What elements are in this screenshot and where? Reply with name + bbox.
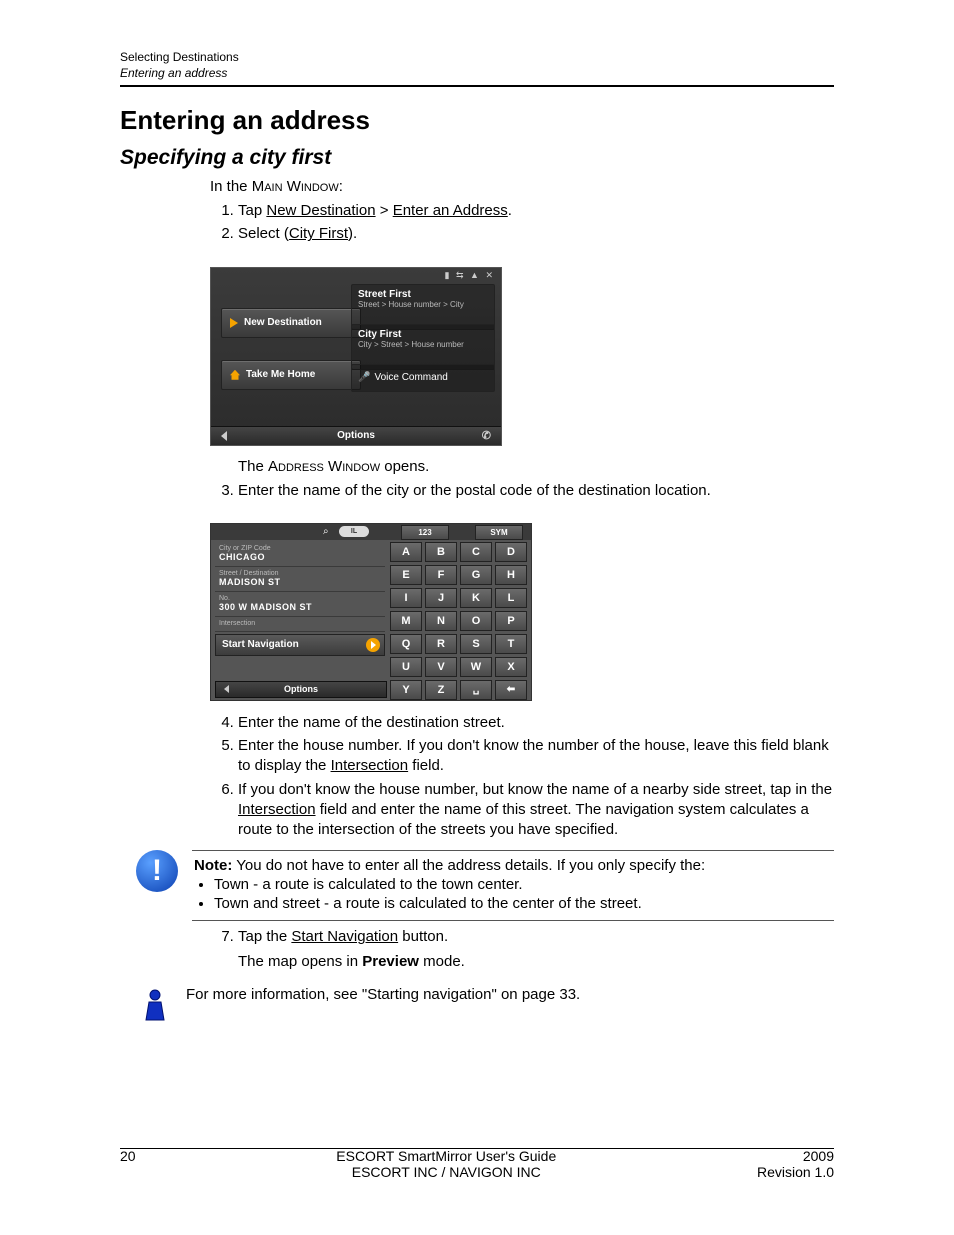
- key-o[interactable]: O: [460, 611, 492, 631]
- key-c[interactable]: C: [460, 542, 492, 562]
- options-bar[interactable]: Options ✆: [211, 426, 501, 445]
- key-g[interactable]: G: [460, 565, 492, 585]
- key-n[interactable]: N: [425, 611, 457, 631]
- intersection-field[interactable]: Intersection: [215, 617, 385, 632]
- keypad: ABCD EFGH IJKL MNOP QRST UVWX YZ: [390, 542, 527, 700]
- key-t[interactable]: T: [495, 634, 527, 654]
- screenshot-main-window: ▮ ⇆ ▲ ✕ New Destination Take Me Home Str…: [210, 267, 502, 446]
- back-icon[interactable]: [224, 685, 229, 693]
- key-v[interactable]: V: [425, 657, 457, 677]
- key-z[interactable]: Z: [425, 680, 457, 700]
- note-item-1: Town - a route is calculated to the town…: [214, 876, 832, 893]
- running-section: Entering an address: [120, 66, 834, 82]
- key-d[interactable]: D: [495, 542, 527, 562]
- key-backspace[interactable]: [495, 680, 527, 700]
- running-header: Selecting Destinations Entering an addre…: [120, 50, 834, 81]
- step-1: Tap New Destination > Enter an Address.: [238, 201, 834, 221]
- search-icon[interactable]: ⌕: [323, 526, 329, 537]
- key-e[interactable]: E: [390, 565, 422, 585]
- status-icons: ▮ ⇆ ▲ ✕: [445, 270, 495, 281]
- key-f[interactable]: F: [425, 565, 457, 585]
- take-me-home-button[interactable]: Take Me Home: [221, 360, 361, 390]
- key-h[interactable]: H: [495, 565, 527, 585]
- note-item-2: Town and street - a route is calculated …: [214, 895, 832, 912]
- options-bar-2[interactable]: Options: [215, 681, 387, 698]
- step-4: Enter the name of the destination street…: [238, 713, 834, 733]
- header-rule: [120, 85, 834, 87]
- key-k[interactable]: K: [460, 588, 492, 608]
- info-text: For more information, see "Starting navi…: [186, 986, 580, 1003]
- key-x[interactable]: X: [495, 657, 527, 677]
- voice-command-option[interactable]: 🎤 Voice Command: [351, 364, 495, 392]
- page-footer: 20 ESCORT SmartMirror User's Guide ESCOR…: [120, 1148, 834, 1180]
- step-6: If you don't know the house number, but …: [238, 780, 834, 841]
- lead-line: In the Main Window:: [210, 178, 834, 195]
- page-title: Entering an address: [120, 105, 834, 136]
- number-field[interactable]: No. 300 W MADISON ST: [215, 592, 385, 617]
- key-w[interactable]: W: [460, 657, 492, 677]
- street-field[interactable]: Street / Destination MADISON ST: [215, 567, 385, 592]
- key-j[interactable]: J: [425, 588, 457, 608]
- footer-revision: Revision 1.0: [757, 1164, 834, 1180]
- go-icon: [366, 638, 380, 652]
- city-field[interactable]: City or ZIP Code CHICAGO: [215, 542, 385, 567]
- arrow-right-icon: [230, 318, 238, 328]
- footer-title: ESCORT SmartMirror User's Guide: [136, 1148, 757, 1164]
- section-title: Specifying a city first: [120, 146, 834, 170]
- address-window-opens: The Address Window opens.: [238, 458, 834, 475]
- start-navigation-button[interactable]: Start Navigation: [215, 634, 385, 656]
- new-destination-button[interactable]: New Destination: [221, 308, 361, 338]
- note-box: Note: You do not have to enter all the a…: [192, 850, 834, 921]
- footer-page-number: 20: [120, 1148, 136, 1180]
- running-chapter: Selecting Destinations: [120, 50, 834, 66]
- city-first-option[interactable]: City First City > Street > House number: [351, 324, 495, 370]
- street-first-option[interactable]: Street First Street > House number > Cit…: [351, 284, 495, 330]
- screenshot-address-window: ⌕ IL 123 SYM City or ZIP Code CHICAGO St…: [210, 523, 532, 701]
- key-r[interactable]: R: [425, 634, 457, 654]
- key-i[interactable]: I: [390, 588, 422, 608]
- key-space[interactable]: [460, 680, 492, 700]
- tab-123[interactable]: 123: [401, 525, 449, 540]
- footer-company: ESCORT INC / NAVIGON INC: [136, 1164, 757, 1180]
- note-icon: !: [136, 850, 178, 892]
- step-7: Tap the Start Navigation button. The map…: [238, 927, 834, 972]
- key-b[interactable]: B: [425, 542, 457, 562]
- tab-sym[interactable]: SYM: [475, 525, 523, 540]
- key-a[interactable]: A: [390, 542, 422, 562]
- home-icon: [230, 370, 240, 380]
- key-q[interactable]: Q: [390, 634, 422, 654]
- voice-icon: 🎤: [358, 372, 370, 383]
- footer-year: 2009: [757, 1148, 834, 1164]
- phone-icon[interactable]: ✆: [482, 429, 491, 442]
- key-u[interactable]: U: [390, 657, 422, 677]
- key-s[interactable]: S: [460, 634, 492, 654]
- step-3: Enter the name of the city or the postal…: [238, 481, 834, 501]
- step-5: Enter the house number. If you don't kno…: [238, 736, 834, 777]
- key-p[interactable]: P: [495, 611, 527, 631]
- state-pill[interactable]: IL: [339, 526, 369, 537]
- info-pawn-icon: [142, 988, 172, 1028]
- key-l[interactable]: L: [495, 588, 527, 608]
- step-2: Select (City First).: [238, 224, 834, 244]
- key-y[interactable]: Y: [390, 680, 422, 700]
- key-m[interactable]: M: [390, 611, 422, 631]
- back-icon[interactable]: [221, 431, 227, 441]
